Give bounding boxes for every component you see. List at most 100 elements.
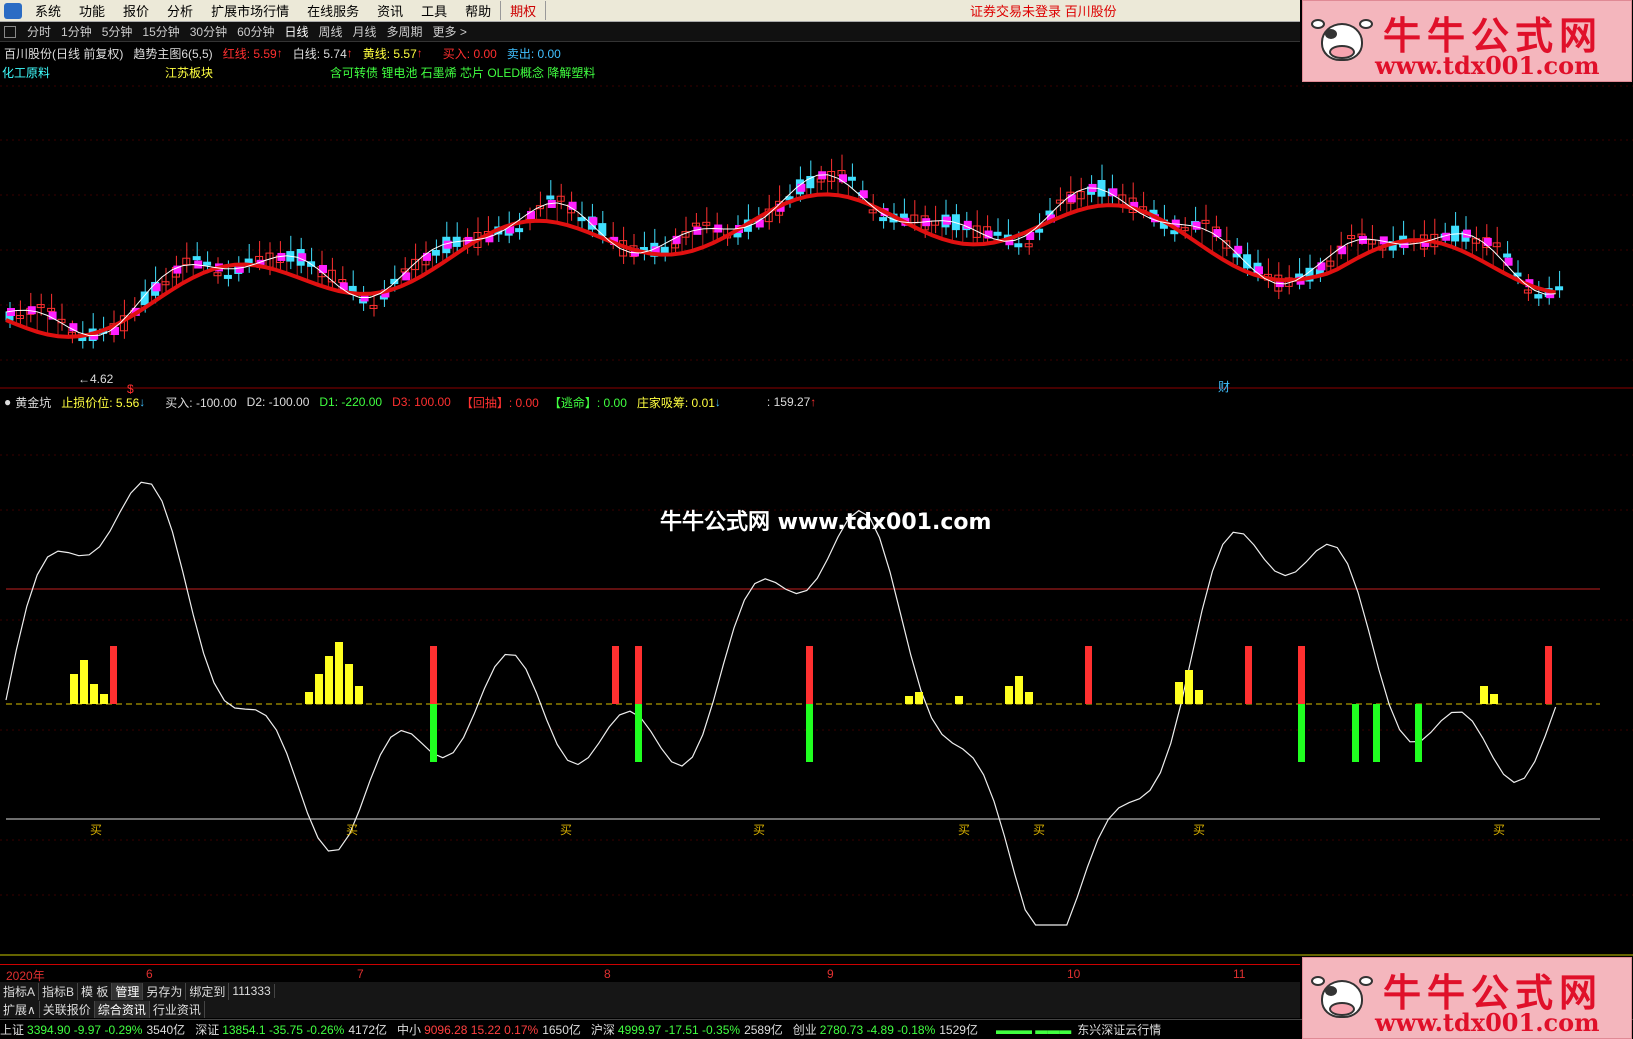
- yellow-bar: [915, 692, 923, 704]
- concept-labels[interactable]: 含可转债 锂电池 石墨烯 芯片 OLED概念 降解塑料: [330, 64, 595, 81]
- period-daily[interactable]: 日线: [279, 23, 313, 40]
- date-label-aug: 8: [604, 967, 611, 981]
- yellow-bar: [335, 642, 343, 704]
- period-timeshare[interactable]: 分时: [22, 23, 56, 40]
- yellow-bar: [315, 674, 323, 704]
- buy-marker: 买: [560, 823, 572, 837]
- misc-value: : 159.27: [766, 395, 811, 409]
- menu-function[interactable]: 功能: [70, 1, 114, 20]
- sub-buy-value: 买入: -100.00: [165, 395, 237, 410]
- broker-name[interactable]: 东兴深证云行情: [1077, 1021, 1161, 1038]
- menu-news[interactable]: 资讯: [368, 1, 412, 20]
- low-price-label: ←4.62: [78, 372, 114, 386]
- magenta-marker: [859, 190, 868, 199]
- yellow-bar: [70, 674, 78, 704]
- magenta-marker: [423, 252, 431, 261]
- candle-body: [1503, 253, 1512, 258]
- tab-save-as[interactable]: 另存为: [143, 982, 187, 1000]
- yellow-bar: [1175, 682, 1183, 704]
- period-more-label: 更多: [432, 25, 457, 39]
- stock-name: 百川股份(日线 前复权): [4, 46, 124, 61]
- magenta-marker: [963, 220, 972, 229]
- period-30min[interactable]: 30分钟: [185, 23, 232, 40]
- arrow-up-icon: ↑: [346, 46, 353, 60]
- candle-body: [1534, 294, 1543, 299]
- red-signal-bar: [806, 646, 813, 704]
- menu-help[interactable]: 帮助: [456, 1, 500, 20]
- period-multi[interactable]: 多周期: [382, 23, 428, 40]
- tab-bind-to[interactable]: 绑定到: [186, 982, 230, 1000]
- buy-value: 买入: 0.00: [442, 46, 497, 61]
- sector-info: 化工原料 江苏板块 含可转债 锂电池 石墨烯 芯片 OLED概念 降解塑料: [0, 63, 595, 81]
- candle-body: [192, 256, 201, 261]
- buy-marker: 买: [958, 823, 970, 837]
- period-monthly[interactable]: 月线: [348, 23, 382, 40]
- white-trend-line: [5, 174, 1556, 337]
- tab-template[interactable]: 模 板: [78, 982, 113, 1000]
- date-axis: 2020年 6 7 8 9 10 11: [0, 964, 1300, 983]
- tab-indicator-a[interactable]: 指标A: [0, 982, 40, 1000]
- red-signal-bar: [612, 646, 619, 704]
- candle-body: [1014, 243, 1023, 248]
- buy-marker: 买: [1033, 823, 1045, 837]
- tab-expand[interactable]: 扩展∧: [0, 1000, 40, 1018]
- magenta-marker: [1213, 229, 1222, 238]
- menu-options[interactable]: 期权: [500, 1, 547, 20]
- info-tabs: 扩展∧ 关联报价 综合资讯 行业资讯: [0, 1000, 1300, 1018]
- menu-analysis[interactable]: 分析: [158, 1, 202, 20]
- ticker-sz[interactable]: 深证 13854.1 -35.75 -0.26% 4172亿: [195, 1021, 387, 1038]
- menu-system[interactable]: 系统: [26, 1, 70, 20]
- period-60min[interactable]: 60分钟: [232, 23, 279, 40]
- menu-extended-market[interactable]: 扩展市场行情: [202, 1, 298, 20]
- period-5min[interactable]: 5分钟: [97, 23, 138, 40]
- candle-body: [546, 195, 555, 200]
- period-more[interactable]: 更多 >: [428, 23, 472, 40]
- finance-marker: 财: [1218, 380, 1230, 394]
- tab-industry-news[interactable]: 行业资讯: [150, 1000, 205, 1018]
- sub-toggle-icon[interactable]: ●: [4, 395, 11, 409]
- yellow-bar: [345, 664, 353, 704]
- region-label[interactable]: 江苏板块: [165, 64, 330, 81]
- yellow-bar: [1480, 686, 1488, 704]
- magenta-marker: [1192, 221, 1201, 230]
- buy-marker: 买: [90, 823, 102, 837]
- tab-indicator-b[interactable]: 指标B: [39, 982, 79, 1000]
- candle-body: [577, 217, 586, 222]
- stop-loss-value: 止损价位: 5.56: [61, 395, 140, 410]
- toggle-square-icon[interactable]: [4, 25, 16, 38]
- yellow-bar: [100, 694, 108, 704]
- tab-related-quotes[interactable]: 关联报价: [40, 1000, 95, 1018]
- buy-marker: 买: [1193, 823, 1205, 837]
- ticker-sh[interactable]: 上证 3394.90 -9.97 -0.29% 3540亿: [0, 1021, 185, 1038]
- ticker-cy[interactable]: 创业 2780.73 -4.89 -0.18% 1529亿: [793, 1021, 978, 1038]
- ticker-zx[interactable]: 中小 9096.28 15.22 0.17% 1650亿: [397, 1021, 581, 1038]
- indicator-name[interactable]: 趋势主图6(5,5): [133, 45, 212, 62]
- green-signal-bar: [1352, 704, 1359, 762]
- tab-manage[interactable]: 管理: [112, 982, 144, 1000]
- arrow-down-icon: ↓: [714, 395, 721, 409]
- magenta-marker: [1483, 237, 1492, 246]
- sub-indicator-name[interactable]: 黄金坑: [15, 394, 51, 411]
- yellow-bar: [1490, 694, 1498, 704]
- app-logo-icon: [4, 2, 22, 19]
- tab-general-news[interactable]: 综合资讯: [94, 1000, 150, 1018]
- period-weekly[interactable]: 周线: [313, 23, 347, 40]
- tab-111333[interactable]: 111333: [229, 984, 275, 998]
- green-signal-bar: [1415, 704, 1422, 762]
- yellow-bar: [90, 684, 98, 704]
- industry-label[interactable]: 化工原料: [2, 64, 165, 81]
- menu-tools[interactable]: 工具: [412, 1, 456, 20]
- candle-body: [223, 274, 232, 279]
- ticker-hs[interactable]: 沪深 4999.97 -17.51 -0.35% 2589亿: [591, 1021, 783, 1038]
- period-1min[interactable]: 1分钟: [56, 23, 97, 40]
- menu-online-service[interactable]: 在线服务: [298, 1, 368, 20]
- menu-quote[interactable]: 报价: [114, 1, 158, 20]
- period-15min[interactable]: 15分钟: [137, 23, 184, 40]
- yellow-bar: [305, 692, 313, 704]
- watermark-url: www.tdx001.com: [1375, 51, 1600, 80]
- signal-bars-icon: ▬▬▬ ▬▬▬: [995, 1022, 1072, 1037]
- yellow-bar: [1015, 676, 1023, 704]
- arrow-up-icon: ↑: [810, 395, 817, 409]
- magenta-marker: [298, 253, 307, 262]
- d1-value: D1: -220.00: [319, 395, 383, 409]
